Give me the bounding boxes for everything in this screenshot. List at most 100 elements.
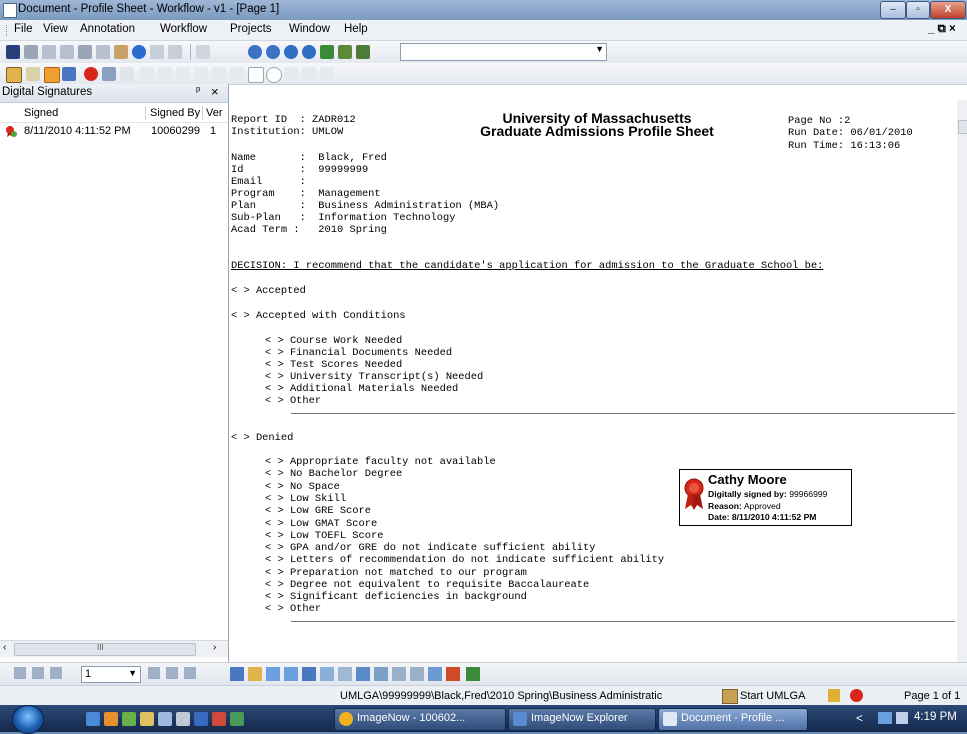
previous-set-icon[interactable] [32, 667, 44, 679]
zoom-out-icon[interactable] [266, 45, 280, 59]
volume-icon[interactable] [896, 712, 908, 724]
fit-page-icon[interactable] [320, 45, 334, 59]
line-icon[interactable] [194, 67, 208, 81]
rotate-right-icon[interactable] [302, 45, 316, 59]
pointer-icon[interactable] [6, 67, 22, 83]
scroll-left-icon[interactable]: ‹ [3, 642, 6, 653]
copy-icon[interactable] [96, 45, 110, 59]
quicklaunch-icon[interactable] [176, 712, 190, 726]
next-set-icon[interactable] [166, 667, 178, 679]
taskbar-imagenow-explorer[interactable]: ImageNow Explorer [508, 708, 656, 731]
zoom-in-icon[interactable] [248, 45, 262, 59]
blank-tool-icon[interactable] [196, 45, 210, 59]
vertical-scrollbar[interactable] [957, 100, 967, 662]
scroll-thumb[interactable] [958, 120, 967, 134]
minimize-button[interactable]: – [880, 1, 906, 19]
first-page-icon[interactable] [14, 667, 26, 679]
menu-window[interactable]: Window [289, 23, 330, 35]
queue-icon[interactable] [320, 667, 334, 681]
close-button[interactable]: X [930, 1, 966, 19]
col-signed[interactable]: Signed [24, 107, 58, 119]
next-page-icon[interactable] [148, 667, 160, 679]
forward-icon[interactable] [266, 667, 280, 681]
page-number-select[interactable]: 1 ▼ [81, 666, 141, 683]
email-icon[interactable] [42, 45, 56, 59]
document-icon[interactable] [356, 667, 370, 681]
rectangle-icon[interactable] [248, 67, 264, 83]
menu-view[interactable]: View [43, 23, 68, 35]
menu-projects[interactable]: Projects [230, 23, 272, 35]
clock[interactable]: 4:19 PM [914, 711, 957, 723]
taskbar-document-profile[interactable]: Document - Profile ... [658, 708, 808, 731]
pin-icon[interactable]: ᵖ [196, 85, 200, 97]
stop-icon[interactable] [446, 667, 460, 681]
col-ver[interactable]: Ver [206, 107, 223, 119]
status-start-umlga[interactable]: Start UMLGA [740, 690, 805, 702]
quicklaunch-icon[interactable] [158, 712, 172, 726]
pen-icon[interactable] [212, 67, 226, 81]
signature-row[interactable]: 8/11/2010 4:11:52 PM 10060299 1 [0, 124, 228, 140]
arrow-icon[interactable] [230, 67, 244, 81]
last-page-icon[interactable] [184, 667, 196, 679]
form-icon[interactable] [392, 667, 406, 681]
stamp-icon[interactable] [102, 67, 116, 81]
history-icon[interactable] [410, 667, 424, 681]
signature-ribbon-icon[interactable] [84, 67, 98, 81]
maximize-button[interactable]: ▫ [906, 1, 930, 19]
close-panel-icon[interactable]: × [211, 84, 219, 99]
firefox-icon[interactable] [104, 712, 118, 726]
select-area-icon[interactable] [62, 67, 76, 81]
network-icon[interactable] [878, 712, 892, 724]
route-next-icon[interactable] [302, 667, 316, 681]
column-divider[interactable] [202, 106, 203, 120]
link-icon[interactable] [302, 67, 316, 81]
column-divider[interactable] [145, 106, 146, 120]
menu-annotation[interactable]: Annotation [80, 23, 135, 35]
find-icon[interactable] [466, 667, 480, 681]
note-icon[interactable] [120, 67, 134, 81]
redact-icon[interactable] [284, 67, 298, 81]
menu-file[interactable]: File [14, 23, 33, 35]
route-back-icon[interactable] [284, 667, 298, 681]
ellipse-icon[interactable] [266, 67, 282, 83]
quicklaunch-icon[interactable] [212, 712, 226, 726]
menu-workflow[interactable]: Workflow [160, 23, 207, 35]
properties-icon[interactable] [150, 45, 164, 59]
tray-expand-icon[interactable]: < [856, 711, 863, 725]
print-icon[interactable] [78, 45, 92, 59]
info-icon[interactable] [132, 45, 146, 59]
pan-icon[interactable] [44, 67, 60, 83]
quicklaunch-icon[interactable] [140, 712, 154, 726]
actual-size-icon[interactable] [356, 45, 370, 59]
mdi-controls[interactable]: _ ⧉ × [928, 23, 956, 36]
document-viewer[interactable]: Report ID : ZADR012 Institution: UMLOW U… [229, 100, 957, 662]
search-icon[interactable] [338, 667, 352, 681]
properties-icon[interactable] [374, 667, 388, 681]
highlight-icon[interactable] [158, 67, 172, 81]
save-icon[interactable] [6, 45, 20, 59]
text-annotation-icon[interactable] [140, 67, 154, 81]
quicklaunch-icon[interactable] [194, 712, 208, 726]
list-icon[interactable] [320, 67, 334, 81]
taskbar-imagenow[interactable]: ImageNow - 100602... [334, 708, 506, 731]
col-signed-by[interactable]: Signed By [150, 107, 200, 119]
horizontal-scrollbar[interactable]: ‹ III › [0, 640, 228, 657]
digital-signature-stamp[interactable]: Cathy Moore Digitally signed by: 9996699… [679, 469, 852, 526]
key-icon[interactable] [248, 667, 262, 681]
refresh-icon[interactable] [428, 667, 442, 681]
checkmark-icon[interactable] [176, 67, 190, 81]
previous-page-icon[interactable] [50, 667, 62, 679]
page-combo[interactable]: ▼ [400, 43, 607, 61]
scroll-right-icon[interactable]: › [213, 642, 216, 653]
open-icon[interactable] [24, 45, 38, 59]
fit-width-icon[interactable] [338, 45, 352, 59]
table-icon[interactable] [168, 45, 182, 59]
show-desktop-icon[interactable] [86, 712, 100, 726]
hand-icon[interactable] [26, 67, 40, 81]
edit-icon[interactable] [114, 45, 128, 59]
menu-help[interactable]: Help [344, 23, 368, 35]
quicklaunch-icon[interactable] [230, 712, 244, 726]
workflow-route-icon[interactable] [230, 667, 244, 681]
rotate-left-icon[interactable] [284, 45, 298, 59]
start-button[interactable] [12, 705, 44, 734]
